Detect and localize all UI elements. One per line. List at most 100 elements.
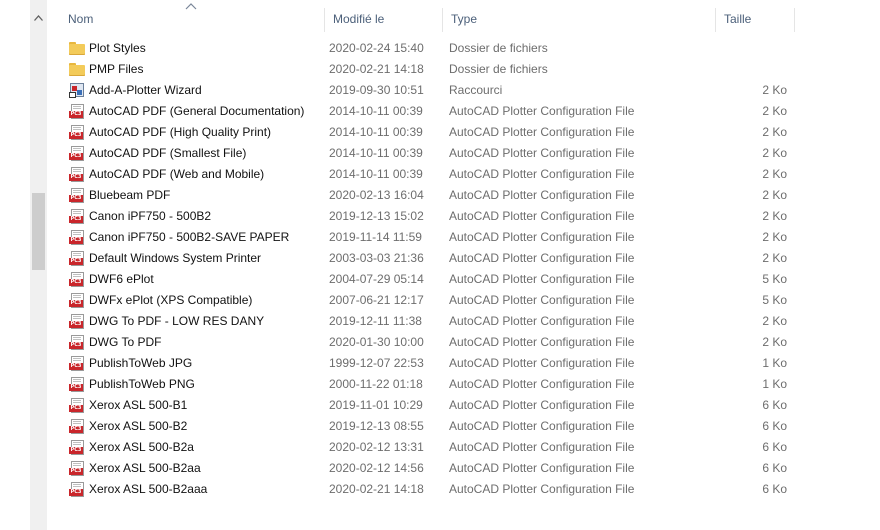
file-modified: 2020-01-30 10:00 xyxy=(329,335,424,349)
file-name[interactable]: Xerox ASL 500-B2 xyxy=(89,416,319,437)
pc3-file-icon: PC3 xyxy=(69,377,85,392)
file-row[interactable]: PC3 Xerox ASL 500-B1 2019-11-01 10:29 AutoC… xyxy=(60,395,800,416)
file-row[interactable]: PMP Files 2020-02-21 14:18 Dossier de fich… xyxy=(60,59,800,80)
file-row[interactable]: PC3 AutoCAD PDF (General Documentation) 20… xyxy=(60,101,800,122)
file-name[interactable]: PMP Files xyxy=(89,59,319,80)
file-name[interactable]: PublishToWeb PNG xyxy=(89,374,319,395)
pc3-file-icon: PC3 xyxy=(69,104,85,119)
file-name[interactable]: DWFx ePlot (XPS Compatible) xyxy=(89,290,319,311)
pc3-file-icon: PC3 xyxy=(69,146,85,161)
file-row[interactable]: PC3 Canon iPF750 - 500B2 2019-12-13 15:02 A… xyxy=(60,206,800,227)
file-row[interactable]: PC3 DWFx ePlot (XPS Compatible) 2007-06-21… xyxy=(60,290,800,311)
file-modified: 2020-02-21 14:18 xyxy=(329,482,424,496)
file-name[interactable]: DWF6 ePlot xyxy=(89,269,319,290)
file-row[interactable]: PC3 Xerox ASL 500-B2aa 2020-02-12 14:56 Aut… xyxy=(60,458,800,479)
file-modified: 2020-02-21 14:18 xyxy=(329,62,424,76)
file-type: Dossier de fichiers xyxy=(449,62,548,76)
file-row[interactable]: PC3 DWF6 ePlot 2004-07-29 05:14 AutoCAD Plo… xyxy=(60,269,800,290)
file-name[interactable]: AutoCAD PDF (Smallest File) xyxy=(89,143,319,164)
file-size: 2 Ko xyxy=(762,314,787,328)
file-type: AutoCAD Plotter Configuration File xyxy=(449,188,635,202)
file-name[interactable]: Xerox ASL 500-B2a xyxy=(89,437,319,458)
file-row[interactable]: Add-A-Plotter Wizard 2019-09-30 10:51 Racc… xyxy=(60,80,800,101)
column-header-modified[interactable]: Modifié le xyxy=(324,8,442,32)
file-size: 1 Ko xyxy=(762,356,787,370)
folder-icon xyxy=(69,42,85,55)
file-type: AutoCAD Plotter Configuration File xyxy=(449,440,635,454)
file-type: AutoCAD Plotter Configuration File xyxy=(449,146,635,160)
file-row[interactable]: PC3 Canon iPF750 - 500B2-SAVE PAPER 2019-1… xyxy=(60,227,800,248)
file-size xyxy=(700,38,787,59)
pc3-file-icon: PC3 xyxy=(69,125,85,140)
file-modified: 1999-12-07 22:53 xyxy=(329,356,424,370)
file-type: AutoCAD Plotter Configuration File xyxy=(449,251,635,265)
file-modified: 2019-11-14 11:59 xyxy=(329,230,422,244)
file-row[interactable]: PC3 Xerox ASL 500-B2aaa 2020-02-21 14:18 Au… xyxy=(60,479,800,500)
pc3-file-icon: PC3 xyxy=(69,251,85,266)
file-row[interactable]: PC3 AutoCAD PDF (Web and Mobile) 2014-10-1… xyxy=(60,164,800,185)
file-modified: 2014-10-11 00:39 xyxy=(329,125,423,139)
file-type: AutoCAD Plotter Configuration File xyxy=(449,293,635,307)
file-modified: 2014-10-11 00:39 xyxy=(329,146,423,160)
file-modified: 2020-02-13 16:04 xyxy=(329,188,424,202)
file-type: Raccourci xyxy=(449,83,503,97)
file-row[interactable]: PC3 DWG To PDF 2020-01-30 10:00 AutoCAD Plo… xyxy=(60,332,800,353)
file-row[interactable]: PC3 AutoCAD PDF (High Quality Print) 2014-… xyxy=(60,122,800,143)
file-row[interactable]: PC3 Xerox ASL 500-B2 2019-12-13 08:55 AutoC… xyxy=(60,416,800,437)
file-row[interactable]: PC3 DWG To PDF - LOW RES DANY 2019-12-11 1… xyxy=(60,311,800,332)
file-row[interactable]: PC3 Bluebeam PDF 2020-02-13 16:04 AutoCAD P… xyxy=(60,185,800,206)
file-name[interactable]: AutoCAD PDF (General Documentation) xyxy=(89,101,319,122)
file-name[interactable]: Plot Styles xyxy=(89,38,319,59)
file-name[interactable]: Xerox ASL 500-B2aaa xyxy=(89,479,319,500)
file-size: 6 Ko xyxy=(762,440,787,454)
file-row[interactable]: PC3 Default Windows System Printer 2003-03… xyxy=(60,248,800,269)
file-row[interactable]: PC3 Xerox ASL 500-B2a 2020-02-12 13:31 Auto… xyxy=(60,437,800,458)
file-name[interactable]: AutoCAD PDF (Web and Mobile) xyxy=(89,164,319,185)
file-name[interactable]: Canon iPF750 - 500B2-SAVE PAPER xyxy=(89,227,319,248)
file-name[interactable]: Bluebeam PDF xyxy=(89,185,319,206)
shortcut-wizard-icon xyxy=(69,83,85,98)
file-size: 6 Ko xyxy=(762,398,787,412)
file-row[interactable]: PC3 PublishToWeb PNG 2000-11-22 01:18 AutoC… xyxy=(60,374,800,395)
file-name[interactable]: DWG To PDF xyxy=(89,332,319,353)
file-modified: 2019-12-13 08:55 xyxy=(329,419,424,433)
pc3-file-icon: PC3 xyxy=(69,293,85,308)
file-modified: 2007-06-21 12:17 xyxy=(329,293,424,307)
vertical-scrollbar[interactable] xyxy=(30,0,47,530)
column-header-size[interactable]: Taille xyxy=(715,8,795,32)
column-header-type[interactable]: Type xyxy=(442,8,715,32)
pc3-file-icon: PC3 xyxy=(69,167,85,182)
file-name[interactable]: AutoCAD PDF (High Quality Print) xyxy=(89,122,319,143)
pc3-file-icon: PC3 xyxy=(69,461,85,476)
column-header-bar: Nom Modifié le Type Taille xyxy=(60,0,800,38)
file-modified: 2003-03-03 21:36 xyxy=(329,251,424,265)
pc3-file-icon: PC3 xyxy=(69,209,85,224)
file-type: AutoCAD Plotter Configuration File xyxy=(449,461,635,475)
file-size: 2 Ko xyxy=(762,230,787,244)
file-name[interactable]: PublishToWeb JPG xyxy=(89,353,319,374)
file-modified: 2014-10-11 00:39 xyxy=(329,104,423,118)
file-name[interactable]: Add-A-Plotter Wizard xyxy=(89,80,319,101)
file-size: 2 Ko xyxy=(762,146,787,160)
scrollbar-thumb[interactable] xyxy=(32,193,45,270)
file-name[interactable]: Default Windows System Printer xyxy=(89,248,319,269)
file-type: AutoCAD Plotter Configuration File xyxy=(449,377,635,391)
file-name[interactable]: Xerox ASL 500-B1 xyxy=(89,395,319,416)
file-row[interactable]: Plot Styles 2020-02-24 15:40 Dossier de fi… xyxy=(60,38,800,59)
file-size: 1 Ko xyxy=(762,377,787,391)
file-type: AutoCAD Plotter Configuration File xyxy=(449,209,635,223)
file-name[interactable]: Canon iPF750 - 500B2 xyxy=(89,206,319,227)
file-name[interactable]: Xerox ASL 500-B2aa xyxy=(89,458,319,479)
column-header-name[interactable]: Nom xyxy=(60,8,324,32)
pc3-file-icon: PC3 xyxy=(69,230,85,245)
file-modified: 2020-02-12 13:31 xyxy=(329,440,424,454)
file-row[interactable]: PC3 PublishToWeb JPG 1999-12-07 22:53 AutoC… xyxy=(60,353,800,374)
file-row[interactable]: PC3 AutoCAD PDF (Smallest File) 2014-10-11… xyxy=(60,143,800,164)
scroll-up-arrow-icon[interactable] xyxy=(30,0,47,36)
pc3-file-icon: PC3 xyxy=(69,419,85,434)
file-name[interactable]: DWG To PDF - LOW RES DANY xyxy=(89,311,319,332)
pc3-file-icon: PC3 xyxy=(69,356,85,371)
pc3-file-icon: PC3 xyxy=(69,314,85,329)
file-size: 2 Ko xyxy=(762,251,787,265)
file-type: AutoCAD Plotter Configuration File xyxy=(449,314,635,328)
